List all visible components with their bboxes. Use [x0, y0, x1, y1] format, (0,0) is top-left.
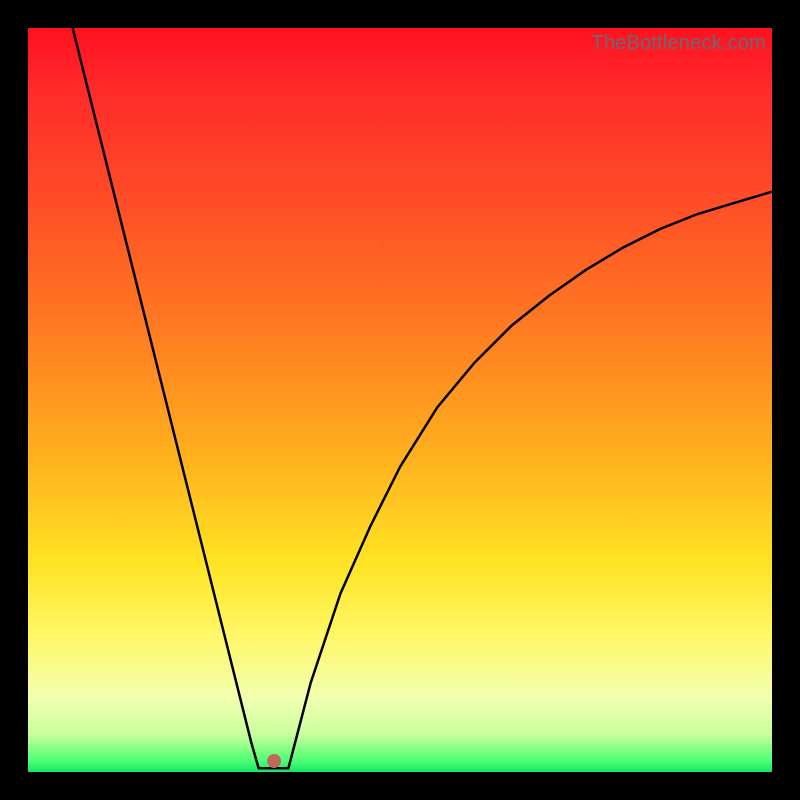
watermark-text: TheBottleneck.com — [591, 32, 766, 55]
plot-area: TheBottleneck.com — [28, 28, 772, 772]
bottleneck-curve — [28, 28, 772, 772]
min-marker-dot — [267, 754, 281, 768]
chart-frame: TheBottleneck.com — [0, 0, 800, 800]
